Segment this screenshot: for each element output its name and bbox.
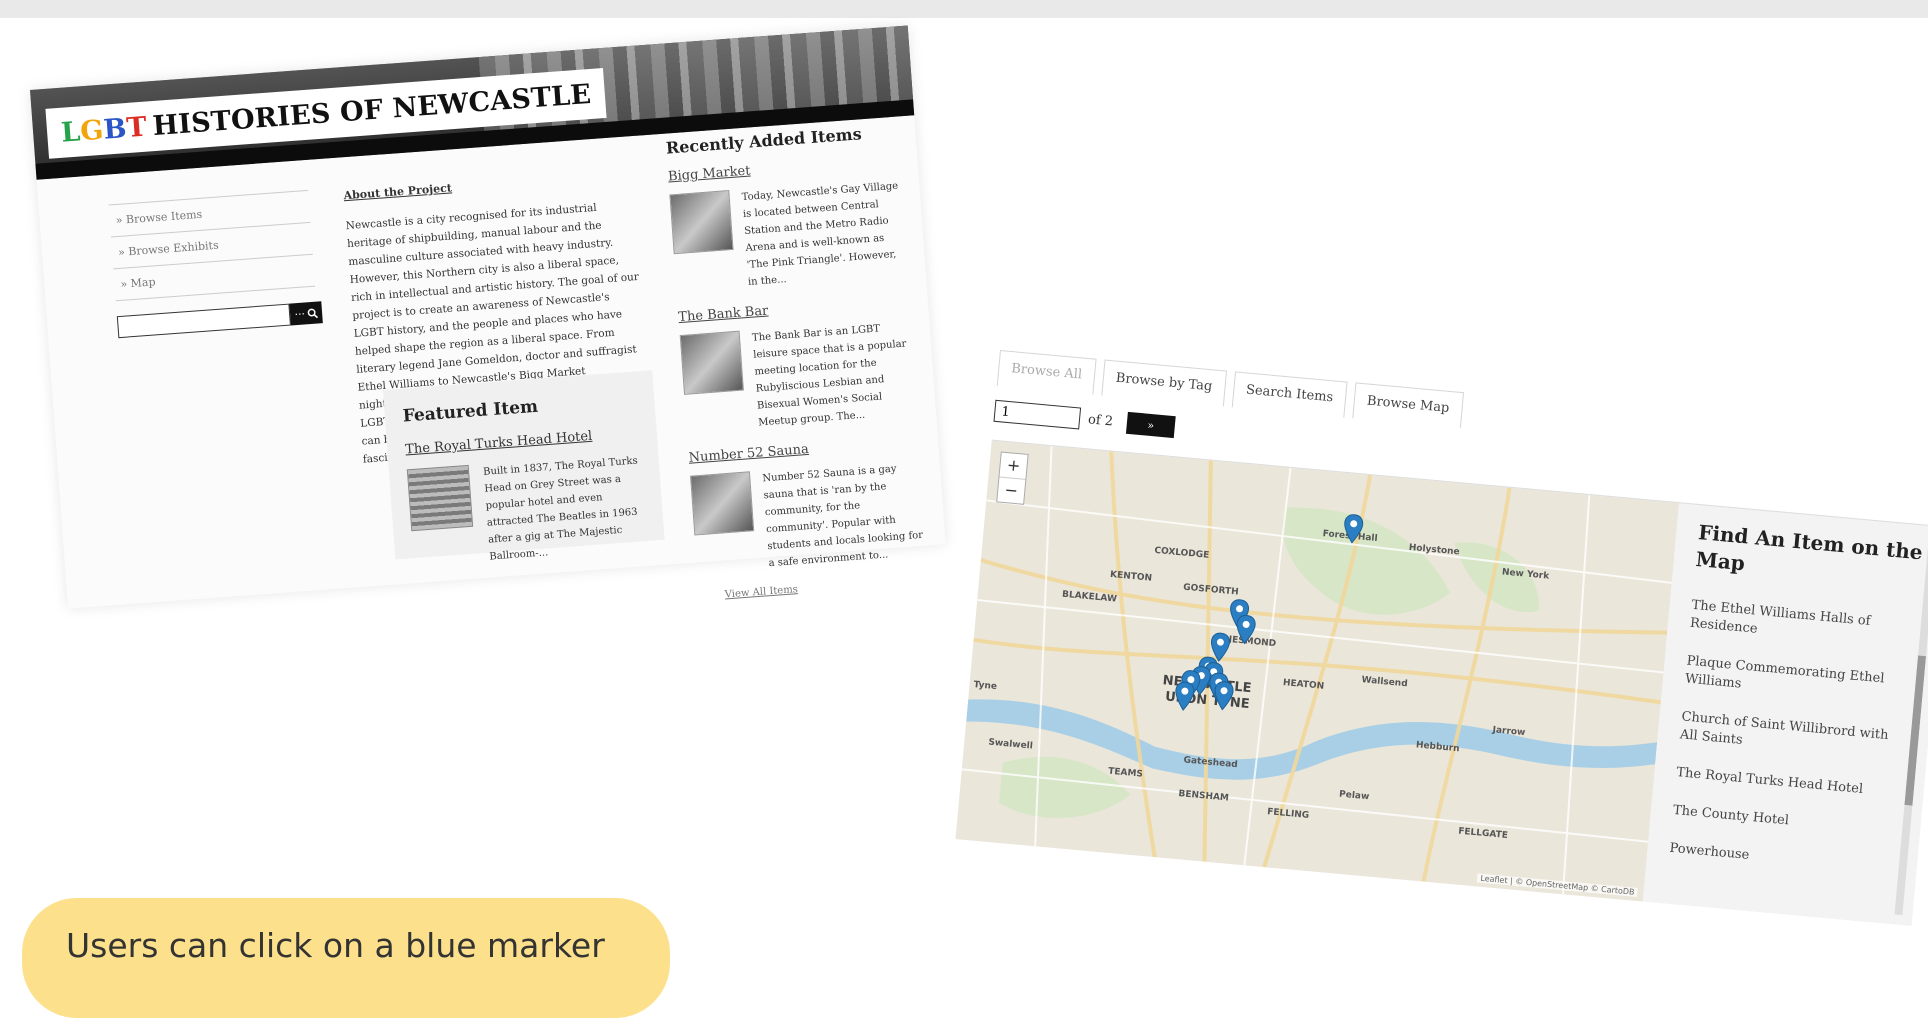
featured-item: Featured Item The Royal Turks Head Hotel… bbox=[382, 370, 665, 563]
recent-item-description: Number 52 Sauna is a gay sauna that is '… bbox=[762, 463, 924, 570]
site-nav: » Browse Items » Browse Exhibits » Map bbox=[108, 189, 316, 302]
caption-bubble: Users can click on a blue marker bbox=[22, 898, 670, 1018]
recent-item-description: Today, Newcastle's Gay Village is locate… bbox=[741, 180, 899, 288]
search-icon bbox=[307, 308, 318, 318]
site-search: ··· bbox=[116, 301, 323, 339]
homepage-screenshot: L G B T HISTORIES OF NEWCASTLE » Browse Item… bbox=[30, 25, 946, 609]
find-item-heading: Find An Item on the Map bbox=[1694, 520, 1924, 576]
tab-browse-map[interactable]: Browse Map bbox=[1352, 382, 1464, 429]
find-item-list: Find An Item on the Map The Ethel Willia… bbox=[1653, 504, 1928, 925]
zoom-in-button[interactable]: + bbox=[1000, 453, 1028, 479]
map-label: Tyne bbox=[973, 680, 998, 693]
zoom-out-button[interactable]: − bbox=[997, 476, 1026, 504]
tab-search-items[interactable]: Search Items bbox=[1231, 371, 1348, 418]
top-bar bbox=[0, 0, 1928, 18]
search-button[interactable]: ··· bbox=[289, 301, 323, 326]
recent-items: Recently Added Items Bigg Market Today, … bbox=[665, 122, 928, 603]
recent-item-thumbnail[interactable] bbox=[669, 190, 734, 255]
browse-map-screenshot: Browse All Browse by Tag Search Items Br… bbox=[955, 350, 1928, 935]
pagination: of 2 » bbox=[993, 399, 1176, 439]
featured-heading: Featured Item bbox=[402, 396, 539, 427]
featured-description: Built in 1837, The Royal Turks Head on G… bbox=[482, 455, 639, 563]
tab-browse-all[interactable]: Browse All bbox=[996, 350, 1097, 395]
zoom-control: + − bbox=[996, 451, 1029, 505]
recent-item: The Bank Bar The Bank Bar is an LGBT lei… bbox=[678, 293, 917, 437]
map-canvas[interactable]: + − Forest Hall Holystone New York COXLO… bbox=[955, 440, 1679, 902]
view-all-items-link[interactable]: View All Items bbox=[724, 575, 928, 600]
featured-title-link[interactable]: The Royal Turks Head Hotel bbox=[405, 425, 639, 458]
featured-thumbnail[interactable] bbox=[406, 464, 474, 532]
recent-item: Number 52 Sauna Number 52 Sauna is a gay… bbox=[688, 434, 927, 578]
recent-item-thumbnail[interactable] bbox=[690, 471, 755, 536]
map-tiles bbox=[955, 440, 1679, 902]
recent-item-description: The Bank Bar is an LGBT leisure space th… bbox=[751, 323, 907, 429]
tab-browse-by-tag[interactable]: Browse by Tag bbox=[1101, 359, 1227, 407]
next-page-button[interactable]: » bbox=[1125, 411, 1176, 439]
page-count: of 2 bbox=[1087, 411, 1114, 430]
page-number-input[interactable] bbox=[993, 399, 1082, 430]
search-input[interactable] bbox=[116, 303, 292, 339]
map-section: + − Forest Hall Holystone New York COXLO… bbox=[955, 439, 1928, 926]
recent-item-thumbnail[interactable] bbox=[679, 330, 744, 395]
recent-item: Bigg Market Today, Newcastle's Gay Villa… bbox=[668, 153, 907, 297]
